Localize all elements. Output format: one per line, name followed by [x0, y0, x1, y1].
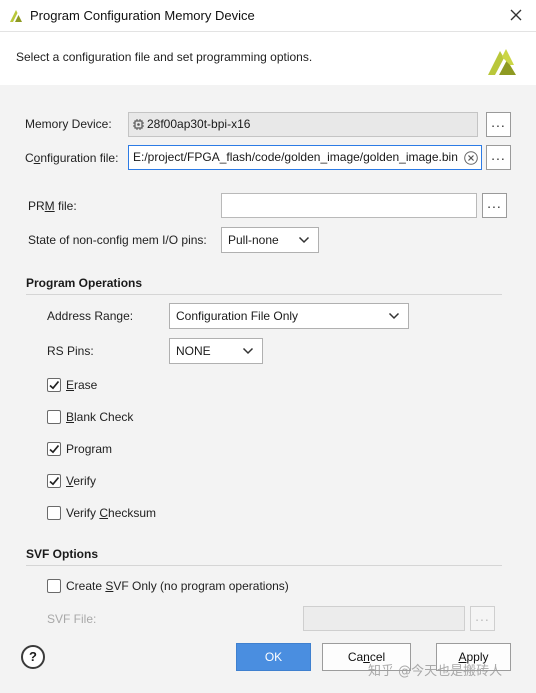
svf-options-heading: SVF Options [26, 547, 502, 566]
create-svf-label: Create SVF Only (no program operations) [66, 579, 289, 593]
window-title: Program Configuration Memory Device [30, 8, 255, 23]
memory-device-field: 28f00ap30t-bpi-x16 [128, 112, 478, 137]
state-pins-dropdown[interactable]: Pull-none [221, 227, 319, 253]
blank-check-checkbox[interactable] [47, 410, 61, 424]
prm-file-browse-button[interactable]: ... [482, 193, 507, 218]
svf-file-browse-button[interactable]: ... [470, 606, 495, 631]
checkmark-icon [49, 444, 60, 454]
memory-device-value: 28f00ap30t-bpi-x16 [147, 117, 251, 131]
memory-device-label: Memory Device: [25, 117, 112, 131]
chevron-down-icon [298, 236, 310, 244]
state-pins-selected: Pull-none [228, 233, 279, 247]
close-icon[interactable] [506, 5, 526, 25]
configuration-file-label: Configuration file: [25, 151, 119, 165]
svf-file-label: SVF File: [47, 612, 97, 626]
rs-pins-selected: NONE [176, 344, 211, 358]
address-range-selected: Configuration File Only [176, 309, 299, 323]
verify-checksum-label: Verify Checksum [66, 506, 157, 520]
configuration-file-browse-button[interactable]: ... [486, 145, 511, 170]
ok-button[interactable]: OK [236, 643, 311, 671]
chevron-down-icon [388, 312, 400, 320]
verify-label: Verify [66, 474, 97, 488]
vivado-logo-icon [488, 49, 516, 75]
watermark: 知乎 @今天也是搬砖人 [368, 664, 503, 679]
memory-device-browse-button[interactable]: ... [486, 112, 511, 137]
chevron-down-icon [242, 347, 254, 355]
checkmark-icon [49, 476, 60, 486]
configuration-file-input[interactable]: E:/project/FPGA_flash/code/golden_image/… [128, 145, 482, 170]
verify-checkbox[interactable] [47, 474, 61, 488]
checkmark-icon [49, 380, 60, 390]
help-button[interactable]: ? [21, 645, 45, 669]
address-range-dropdown[interactable]: Configuration File Only [169, 303, 409, 329]
clear-icon[interactable] [464, 151, 478, 165]
program-checkbox[interactable] [47, 442, 61, 456]
prm-file-input[interactable] [221, 193, 477, 218]
dialog-body: Select a configuration file and set prog… [0, 33, 536, 693]
configuration-file-value: E:/project/FPGA_flash/code/golden_image/… [133, 150, 458, 164]
vivado-app-icon [10, 10, 22, 22]
header-band: Select a configuration file and set prog… [0, 33, 536, 85]
prm-file-label: PRM file: [28, 199, 77, 213]
state-pins-label: State of non-config mem I/O pins: [28, 233, 207, 247]
rs-pins-label: RS Pins: [47, 344, 94, 358]
blank-check-label: Blank Check [66, 410, 134, 424]
address-range-label: Address Range: [47, 309, 134, 323]
svf-file-input[interactable] [303, 606, 465, 631]
erase-label: Erase [66, 378, 98, 392]
create-svf-checkbox[interactable] [47, 579, 61, 593]
verify-checksum-checkbox[interactable] [47, 506, 61, 520]
chip-icon [133, 119, 144, 130]
rs-pins-dropdown[interactable]: NONE [169, 338, 263, 364]
title-bar: Program Configuration Memory Device [0, 0, 536, 32]
program-operations-heading: Program Operations [26, 276, 502, 295]
erase-checkbox[interactable] [47, 378, 61, 392]
dialog-description: Select a configuration file and set prog… [16, 50, 313, 64]
program-label: Program [66, 442, 113, 456]
